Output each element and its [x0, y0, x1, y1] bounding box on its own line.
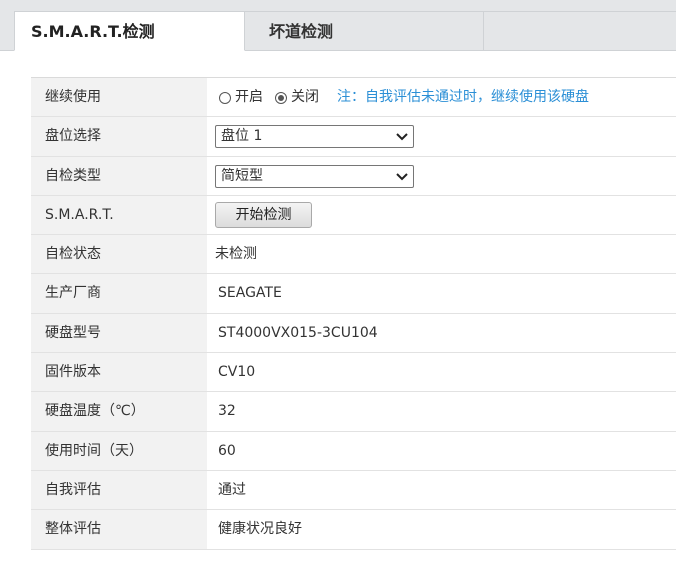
overall-assessment-value: 健康状况良好 — [218, 521, 302, 538]
continue-use-value: 开启 关闭 注：自我评估未通过时，继续使用该硬盘 — [207, 78, 676, 116]
tab-bad-track-detection[interactable]: 坏道检测 — [245, 11, 484, 50]
row-overall-assessment: 整体评估 健康状况良好 — [31, 510, 676, 550]
selftest-type-label: 自检类型 — [31, 156, 207, 195]
usage-time-value: 60 — [218, 442, 236, 459]
row-usage-time: 使用时间（天） 60 — [31, 431, 676, 471]
selftest-type-dropdown[interactable]: 简短型 — [215, 164, 414, 188]
tab-smart-detection[interactable]: S.M.A.R.T.检测 — [14, 11, 245, 51]
temperature-label: 硬盘温度（℃） — [31, 392, 207, 431]
row-smart: S.M.A.R.T. 开始检测 — [31, 195, 676, 236]
row-firmware: 固件版本 CV10 — [31, 353, 676, 393]
start-detection-button[interactable]: 开始检测 — [215, 201, 312, 228]
disk-select-dropdown[interactable]: 盘位 1 — [215, 125, 414, 149]
usage-time-label: 使用时间（天） — [31, 431, 207, 470]
row-disk-select: 盘位选择 盘位 1 — [31, 117, 676, 157]
model-value: ST4000VX015-3CU104 — [218, 324, 378, 341]
radio-enable-circle[interactable] — [219, 91, 231, 104]
row-selftest-type: 自检类型 简短型 — [31, 156, 676, 196]
selftest-status-value: 未检测 — [215, 246, 257, 263]
radio-enable[interactable]: 开启 — [219, 78, 263, 117]
tab-bar: S.M.A.R.T.检测 坏道检测 — [0, 0, 676, 51]
self-assessment-value: 通过 — [218, 481, 246, 498]
smart-cell: 开始检测 — [207, 196, 676, 234]
selftest-status-label: 自检状态 — [31, 235, 207, 274]
row-model: 硬盘型号 ST4000VX015-3CU104 — [31, 313, 676, 354]
radio-disable[interactable]: 关闭 — [275, 78, 319, 117]
model-label: 硬盘型号 — [31, 313, 207, 353]
firmware-label: 固件版本 — [31, 353, 207, 392]
radio-disable-label[interactable]: 关闭 — [291, 78, 319, 117]
disk-select-label: 盘位选择 — [31, 117, 207, 156]
selftest-type-value: 简短型 — [221, 167, 263, 184]
selftest-type-cell: 简短型 — [207, 157, 676, 195]
continue-use-radio-group: 开启 关闭 注：自我评估未通过时，继续使用该硬盘 — [219, 78, 589, 117]
row-continue-use: 继续使用 开启 关闭 注：自我评估未通过时，继续使用该硬盘 — [31, 78, 676, 118]
row-manufacturer: 生产厂商 SEAGATE — [31, 274, 676, 314]
temperature-value: 32 — [218, 403, 236, 420]
chevron-down-icon — [396, 133, 408, 141]
chevron-down-icon — [396, 172, 408, 181]
row-selftest-status: 自检状态 未检测 — [31, 235, 676, 275]
continue-use-label: 继续使用 — [31, 78, 207, 117]
row-self-assessment: 自我评估 通过 — [31, 470, 676, 511]
radio-disable-circle[interactable] — [275, 91, 287, 104]
firmware-value: CV10 — [218, 364, 256, 381]
manufacturer-value: SEAGATE — [218, 285, 282, 302]
disk-select-cell: 盘位 1 — [207, 117, 676, 155]
tab-bar-filler — [484, 11, 676, 50]
radio-enable-label[interactable]: 开启 — [235, 78, 263, 117]
row-temperature: 硬盘温度（℃） 32 — [31, 392, 676, 432]
continue-use-note: 注：自我评估未通过时，继续使用该硬盘 — [337, 89, 589, 105]
smart-panel: 继续使用 开启 关闭 注：自我评估未通过时，继续使用该硬盘 盘位选择 盘位 1 … — [0, 51, 676, 565]
self-assessment-label: 自我评估 — [31, 470, 207, 510]
smart-label: S.M.A.R.T. — [31, 195, 207, 235]
smart-form-table: 继续使用 开启 关闭 注：自我评估未通过时，继续使用该硬盘 盘位选择 盘位 1 … — [31, 77, 676, 550]
overall-assessment-label: 整体评估 — [31, 510, 207, 549]
manufacturer-label: 生产厂商 — [31, 274, 207, 313]
disk-select-value: 盘位 1 — [221, 128, 263, 145]
